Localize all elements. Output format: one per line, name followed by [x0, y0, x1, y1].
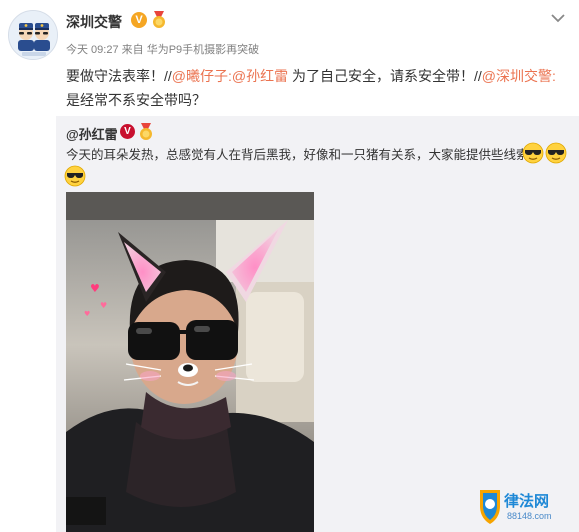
author-name[interactable]: 深圳交警 — [66, 12, 122, 32]
traffic-police-avatar-icon — [9, 11, 57, 59]
watermark-url: 88148.com — [507, 511, 552, 521]
mention-link[interactable]: @曦仔子 — [172, 68, 228, 84]
repost-verified-badge: V — [120, 124, 135, 139]
cool-sunglasses-emoji-icon — [522, 142, 544, 164]
medal-icon — [153, 11, 165, 28]
meta-from-label: 来自 — [121, 44, 144, 56]
author-avatar[interactable] — [8, 10, 58, 60]
post-time[interactable]: 今天 09:27 — [66, 44, 119, 56]
post-text-prefix: 要做守法表率！// — [66, 68, 172, 84]
post-meta: 今天 09:27 来自 华为P9手机摄影再突破 — [66, 41, 259, 57]
cool-sunglasses-emoji-icon — [64, 165, 86, 187]
repost-author[interactable]: @孙红雷 — [66, 124, 118, 143]
repost-block: @孙红雷 V 今天的耳朵发热，总感觉有人在背后黑我，好像和一只猪有关系，大家能提… — [56, 116, 579, 532]
svg-text:♥: ♥ — [90, 282, 100, 295]
svg-text:♥: ♥ — [100, 301, 107, 310]
watermark-name: 律法网 — [504, 492, 550, 510]
weibo-post-card: 深圳交警 V 今天 09:27 来自 华为P9手机摄影再突破 要做守法表率！//… — [0, 0, 579, 532]
selfie-photo-image: ♥ ♥ ♥ — [66, 192, 314, 532]
post-source[interactable]: 华为P9手机摄影再突破 — [147, 44, 259, 56]
post-text-segment: 为了自己安全，请系安全带！// — [288, 68, 482, 84]
cool-sunglasses-emoji-icon — [545, 142, 567, 164]
mention-link[interactable]: @深圳交警 — [482, 68, 552, 84]
svg-text:♥: ♥ — [84, 310, 90, 318]
repost-text: 今天的耳朵发热，总感觉有人在背后黑我，好像和一只猪有关系，大家能提供些线索吗 — [66, 148, 542, 162]
post-text: 要做守法表率！//@曦仔子:@孙红雷 为了自己安全，请系安全带！//@深圳交警:… — [66, 64, 566, 112]
chevron-down-icon[interactable] — [550, 12, 566, 24]
medal-icon — [140, 123, 152, 140]
mention-link[interactable]: @孙红雷 — [232, 68, 288, 84]
mention-colon: : — [552, 68, 556, 84]
verified-badge: V — [131, 12, 147, 28]
post-text-line2: 是经常不系安全带吗？ — [66, 92, 206, 108]
post-photo[interactable]: ♥ ♥ ♥ — [66, 192, 314, 532]
